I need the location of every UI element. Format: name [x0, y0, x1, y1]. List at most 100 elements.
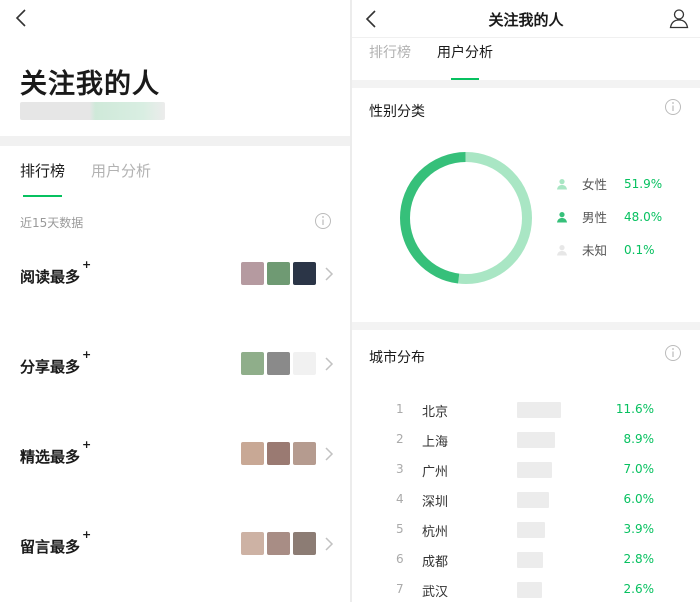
info-icon[interactable]: [664, 98, 682, 116]
avatar: [241, 532, 264, 555]
legend-label: 男性: [582, 210, 608, 225]
legend-percent: 48.0%: [624, 209, 663, 224]
city-list: 1 北京 11.6% 2 上海 8.9% 3 广州 7.0% 4 深圳 6.0% 5 杭州 3.9% 6 成都 2…: [352, 400, 700, 602]
page-title: 关注我的人: [20, 69, 160, 100]
tab-user-analysis[interactable]: 用户分析: [91, 160, 151, 197]
ranking-row[interactable]: 阅读最多 +: [0, 258, 350, 322]
chevron-right-icon[interactable]: [324, 446, 334, 462]
user-profile-icon[interactable]: [668, 7, 690, 29]
city-section-title: 城市分布: [369, 350, 425, 366]
city-name: 广州: [422, 465, 449, 480]
city-name: 武汉: [422, 585, 449, 600]
avatar: [241, 352, 264, 375]
city-percent: 2.8%: [623, 552, 655, 566]
city-rank: 5: [396, 522, 404, 536]
city-bar: [517, 522, 546, 538]
ranking-label: 阅读最多: [20, 268, 81, 286]
ranking-label: 精选最多: [20, 448, 81, 466]
person-icon: [557, 244, 567, 255]
gender-donut-chart: [400, 152, 532, 284]
blurred-account-name: [20, 102, 165, 120]
legend-item: 男性 48.0%: [556, 208, 662, 225]
section-divider: [352, 322, 700, 330]
header-title: 关注我的人: [488, 11, 564, 29]
nav-header: 关注我的人: [352, 0, 700, 38]
right-screen: 关注我的人 排行榜 用户分析 性别分类 女性 51.9% 男性 48.0% 未知 0.1%…: [352, 0, 700, 602]
gender-section-title: 性别分类: [369, 104, 425, 120]
info-icon[interactable]: [314, 212, 332, 230]
avatar-group: [241, 262, 316, 285]
tab-bar: 排行榜 用户分析: [369, 42, 493, 80]
city-row: 1 北京 11.6%: [352, 400, 700, 430]
city-row: 6 成都 2.8%: [352, 550, 700, 580]
city-bar: [517, 402, 561, 418]
left-screen: 关注我的人 排行榜 用户分析 近15天数据 阅读最多 + 分享最多 + 精选最多 + 留言最…: [0, 0, 350, 602]
plus-mark: +: [82, 528, 92, 541]
city-bar: [517, 582, 543, 598]
person-icon: [557, 178, 567, 189]
chevron-right-icon[interactable]: [324, 266, 334, 282]
city-row: 4 深圳 6.0%: [352, 490, 700, 520]
ranking-row[interactable]: 精选最多 +: [0, 438, 350, 502]
city-row: 7 武汉 2.6%: [352, 580, 700, 602]
avatar: [293, 262, 316, 285]
city-percent: 7.0%: [623, 462, 655, 476]
city-bar: [517, 492, 550, 508]
plus-mark: +: [82, 258, 92, 271]
ranking-row[interactable]: 留言最多 +: [0, 528, 350, 592]
avatar: [241, 262, 264, 285]
info-icon[interactable]: [664, 344, 682, 362]
plus-mark: +: [82, 438, 92, 451]
avatar: [267, 442, 290, 465]
avatar: [293, 352, 316, 375]
city-percent: 3.9%: [623, 522, 655, 536]
section-divider: [0, 136, 350, 146]
city-name: 深圳: [422, 495, 449, 510]
city-percent: 6.0%: [623, 492, 655, 506]
avatar-group: [241, 352, 316, 375]
chevron-right-icon[interactable]: [324, 536, 334, 552]
city-name: 成都: [422, 555, 449, 570]
city-percent: 8.9%: [623, 432, 655, 446]
city-percent: 2.6%: [623, 582, 655, 596]
legend-label: 未知: [582, 243, 608, 258]
city-bar: [517, 432, 556, 448]
avatar: [293, 532, 316, 555]
ranking-label: 留言最多: [20, 538, 81, 556]
tab-ranking[interactable]: 排行榜: [20, 160, 65, 197]
period-note: 近15天数据: [20, 216, 84, 230]
city-bar: [517, 462, 552, 478]
city-name: 上海: [422, 435, 449, 450]
person-icon: [557, 211, 567, 222]
city-name: 北京: [422, 405, 449, 420]
avatar: [267, 352, 290, 375]
section-divider: [352, 80, 700, 88]
city-row: 2 上海 8.9%: [352, 430, 700, 460]
city-rank: 2: [396, 432, 404, 446]
city-bar: [517, 552, 543, 568]
legend-item: 女性 51.9%: [556, 175, 662, 192]
city-rank: 4: [396, 492, 404, 506]
plus-mark: +: [82, 348, 92, 361]
city-rank: 7: [396, 582, 404, 596]
avatar: [241, 442, 264, 465]
tab-user-analysis[interactable]: 用户分析: [437, 42, 493, 80]
avatar-group: [241, 442, 316, 465]
gender-legend: 女性 51.9% 男性 48.0% 未知 0.1%: [556, 175, 662, 274]
avatar: [267, 532, 290, 555]
legend-percent: 51.9%: [624, 176, 663, 191]
avatar-group: [241, 532, 316, 555]
back-arrow-icon[interactable]: [10, 6, 34, 30]
avatar: [293, 442, 316, 465]
legend-item: 未知 0.1%: [556, 241, 662, 258]
legend-label: 女性: [582, 177, 608, 192]
tab-ranking[interactable]: 排行榜: [369, 42, 411, 80]
city-name: 杭州: [422, 525, 449, 540]
city-rank: 6: [396, 552, 404, 566]
city-row: 3 广州 7.0%: [352, 460, 700, 490]
city-rank: 1: [396, 402, 404, 416]
city-rank: 3: [396, 462, 404, 476]
ranking-row[interactable]: 分享最多 +: [0, 348, 350, 412]
chevron-right-icon[interactable]: [324, 356, 334, 372]
tab-bar: 排行榜 用户分析: [20, 160, 151, 197]
